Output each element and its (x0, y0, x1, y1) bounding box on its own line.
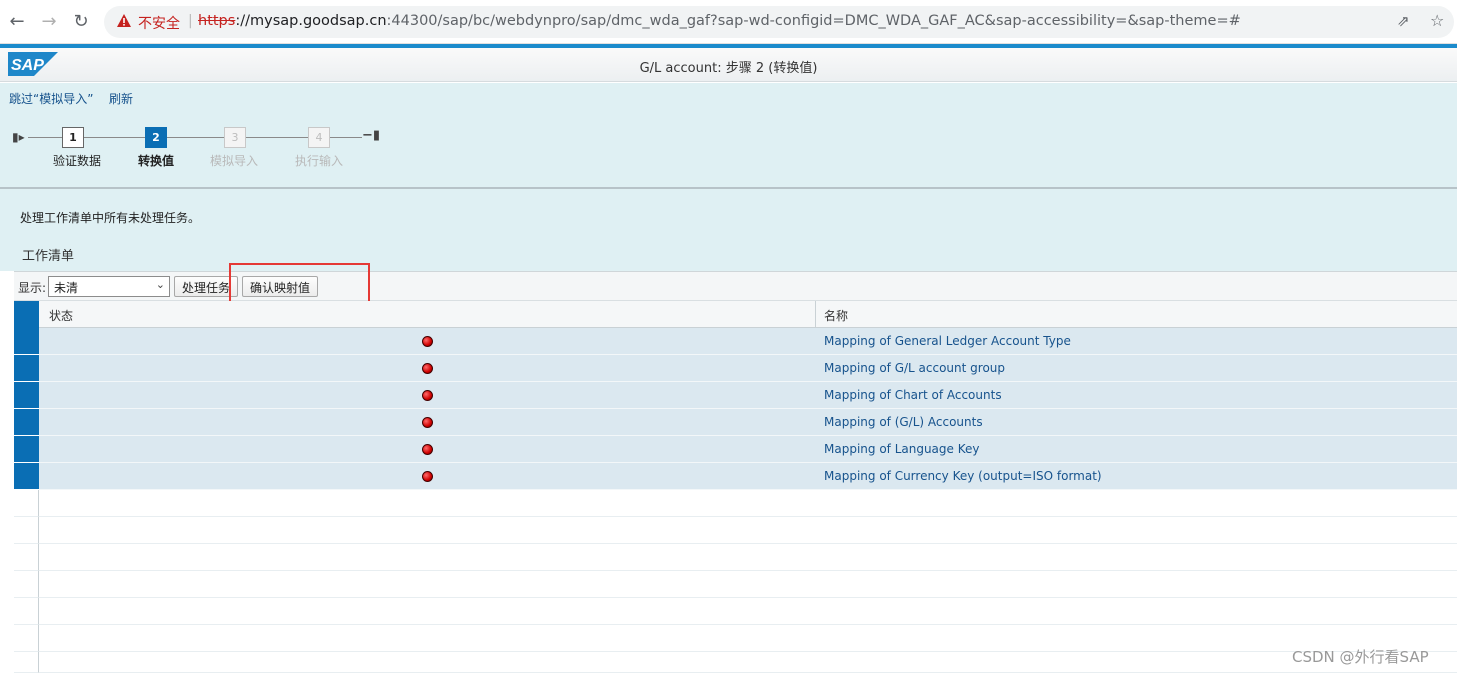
url-text[interactable]: https://mysap.goodsap.cn:44300/sap/bc/we… (198, 13, 1241, 29)
table-row[interactable]: Mapping of Chart of Accounts (14, 382, 1457, 409)
row-selector[interactable] (14, 382, 39, 409)
address-bar[interactable]: 不安全 | https://mysap.goodsap.cn:44300/sap… (104, 6, 1454, 38)
roadmap-step-2-label[interactable]: 转换值 (138, 152, 174, 169)
browser-toolbar: ← → ↻ 不安全 | https://mysap.goodsap.cn:443… (0, 0, 1457, 44)
row-name-link[interactable]: Mapping of Chart of Accounts (824, 388, 1002, 402)
roadmap-step-4: 4 (308, 127, 330, 148)
empty-row (14, 517, 1457, 544)
row-selector[interactable] (14, 436, 39, 463)
row-name-link[interactable]: Mapping of (G/L) Accounts (824, 415, 983, 429)
column-header-status[interactable]: 状态 (49, 307, 73, 324)
watermark: CSDN @外行看SAP (1292, 648, 1429, 666)
row-selector (14, 544, 39, 571)
roadmap-panel: 跳过“模拟导入” 刷新 ▮▸ 1 验证数据 2 转换值 3 模拟导入 4 执行输… (0, 83, 1457, 187)
empty-row (14, 544, 1457, 571)
row-name-link[interactable]: Mapping of General Ledger Account Type (824, 334, 1071, 348)
empty-row (14, 652, 1457, 673)
worklist-table: 状态 名称 Mapping of General Ledger Account … (14, 301, 1457, 673)
row-selector (14, 598, 39, 625)
red-status-icon (422, 390, 433, 401)
row-name-link[interactable]: Mapping of G/L account group (824, 361, 1005, 375)
roadmap-start-icon: ▮▸ (12, 130, 25, 144)
refresh-link[interactable]: 刷新 (109, 90, 133, 107)
skip-simulation-link[interactable]: 跳过“模拟导入” (9, 90, 93, 107)
worklist-title: 工作清单 (22, 249, 75, 264)
red-status-icon (422, 471, 433, 482)
roadmap-step-4-label: 执行输入 (295, 154, 344, 168)
roadmap-end-icon: −▮ (362, 128, 381, 143)
page-title: G/L account: 步骤 2 (转换值) (639, 61, 818, 76)
row-selector (14, 490, 39, 517)
url-scheme: https (198, 13, 236, 29)
row-selector[interactable] (14, 328, 39, 355)
star-icon[interactable]: ☆ (1430, 11, 1444, 30)
row-selector (14, 652, 39, 673)
empty-row (14, 490, 1457, 517)
forward-icon[interactable]: → (38, 10, 60, 32)
row-name-link[interactable]: Mapping of Currency Key (output=ISO form… (824, 469, 1102, 483)
row-selector[interactable] (14, 409, 39, 436)
empty-row (14, 598, 1457, 625)
row-selector (14, 517, 39, 544)
app-header: SAP G/L account: 步骤 2 (转换值) (0, 48, 1457, 82)
table-row[interactable]: Mapping of General Ledger Account Type (14, 328, 1457, 355)
roadmap-step-2[interactable]: 2 (145, 127, 167, 148)
chevron-down-icon: ⌄ (155, 278, 165, 291)
insecure-label[interactable]: 不安全 (138, 13, 180, 33)
reload-icon[interactable]: ↻ (70, 10, 92, 32)
red-status-icon (422, 444, 433, 455)
table-row[interactable]: Mapping of Language Key (14, 436, 1457, 463)
roadmap-step-1[interactable]: 1 (62, 127, 84, 148)
red-status-icon (422, 336, 433, 347)
roadmap-step-1-label[interactable]: 验证数据 (53, 152, 101, 169)
roadmap-step-3-label: 模拟导入 (210, 154, 259, 168)
table-row[interactable]: Mapping of (G/L) Accounts (14, 409, 1457, 436)
main-panel: 处理工作清单中所有未处理任务。 工作清单 (0, 189, 1457, 271)
highlight-box (229, 263, 370, 305)
url-path: :44300/sap/bc/webdynpro/sap/dmc_wda_gaf?… (386, 13, 1241, 29)
warning-icon (117, 14, 131, 27)
empty-row (14, 571, 1457, 598)
show-label: 显示: (18, 281, 47, 295)
table-row[interactable]: Mapping of G/L account group (14, 355, 1457, 382)
column-header-name[interactable]: 名称 (824, 307, 848, 324)
row-selector[interactable] (14, 355, 39, 382)
filter-dropdown[interactable]: 未清 ⌄ (48, 276, 170, 297)
roadmap-step-3: 3 (224, 127, 246, 148)
table-row[interactable]: Mapping of Currency Key (output=ISO form… (14, 463, 1457, 490)
back-icon[interactable]: ← (6, 10, 28, 32)
column-separator[interactable] (815, 301, 816, 328)
share-icon[interactable]: ⇗ (1397, 12, 1410, 30)
row-selector (14, 571, 39, 598)
red-status-icon (422, 417, 433, 428)
empty-row (14, 625, 1457, 652)
instruction-message: 处理工作清单中所有未处理任务。 (20, 211, 201, 225)
roadmap: ▮▸ 1 验证数据 2 转换值 3 模拟导入 4 执行输入 −▮ (0, 123, 420, 173)
url-host: ://mysap.goodsap.cn (235, 13, 387, 29)
separator: | (188, 13, 193, 29)
table-header: 状态 名称 (14, 301, 1457, 328)
row-selector[interactable] (14, 463, 39, 490)
red-status-icon (422, 363, 433, 374)
row-name-link[interactable]: Mapping of Language Key (824, 442, 979, 456)
filter-value: 未清 (54, 281, 79, 295)
row-selector (14, 625, 39, 652)
select-all-cell[interactable] (14, 301, 39, 328)
